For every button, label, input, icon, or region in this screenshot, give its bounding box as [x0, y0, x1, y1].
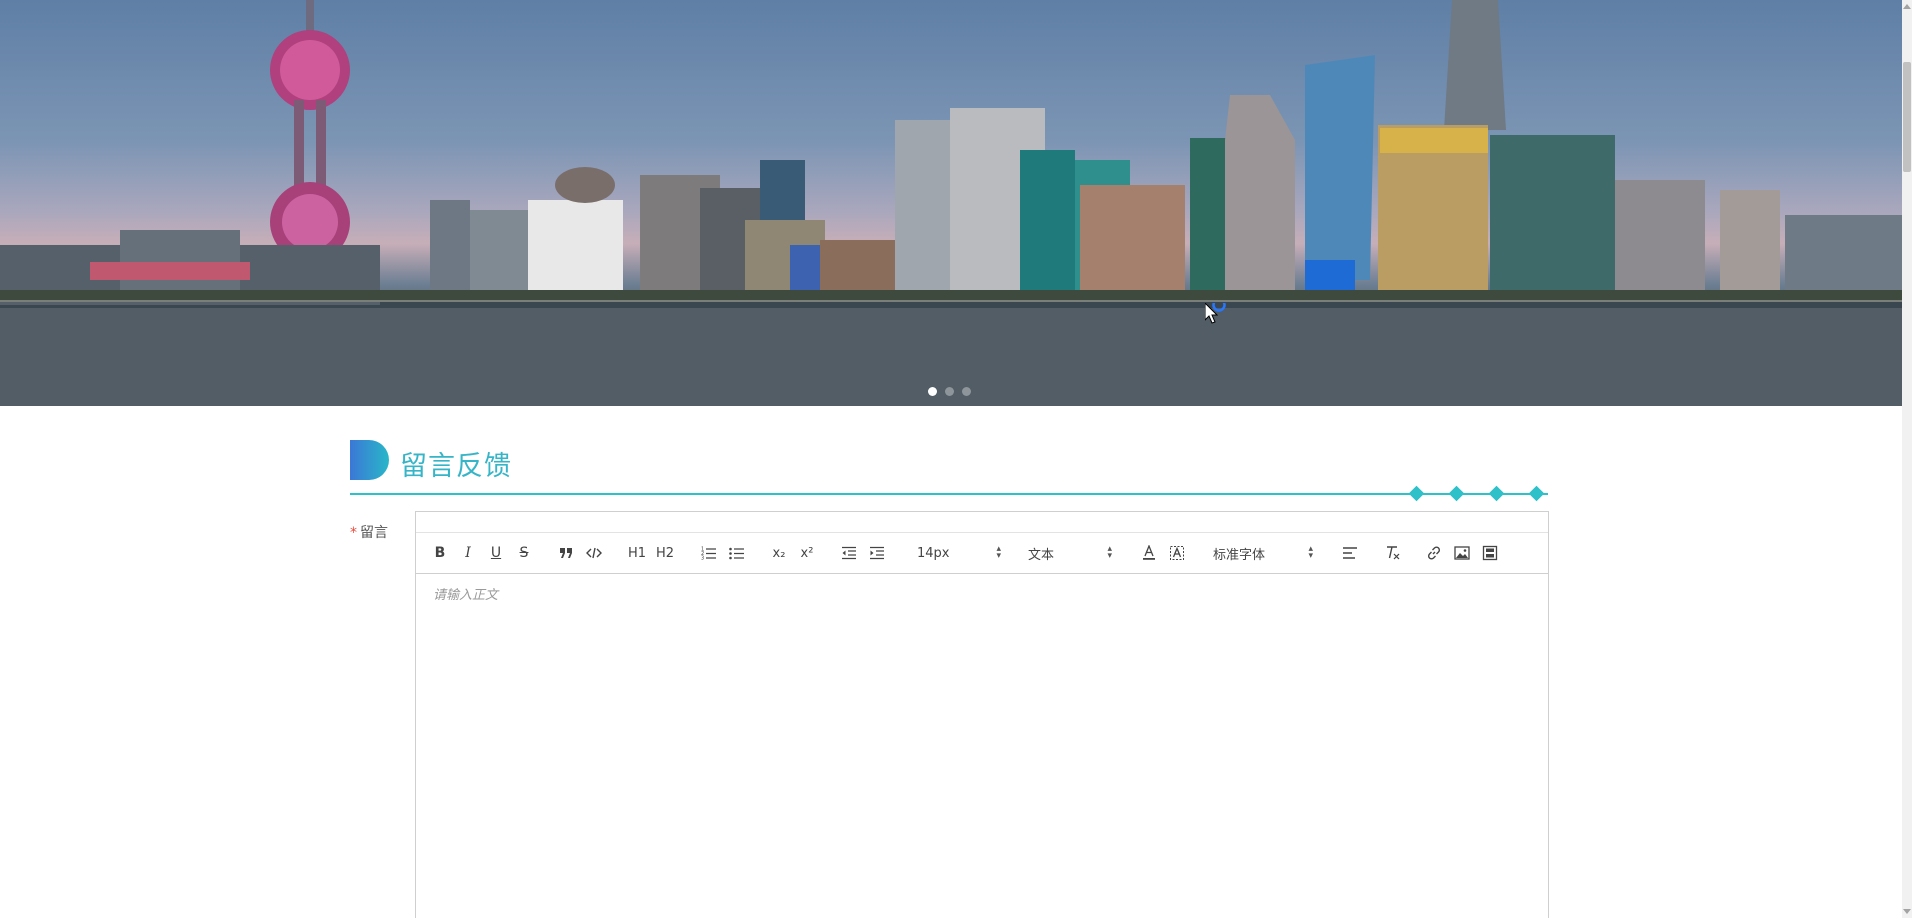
font-family-value: 标准字体	[1213, 547, 1266, 563]
svg-text:3: 3	[701, 556, 704, 561]
carousel-indicators	[928, 387, 971, 396]
clear-format-button[interactable]	[1383, 542, 1403, 564]
align-button[interactable]	[1340, 542, 1360, 564]
block-format-select[interactable]: 文本 ▴ ▾	[1028, 542, 1112, 564]
code-icon	[586, 547, 602, 559]
hero-banner[interactable]	[0, 0, 1902, 406]
background-color-button[interactable]	[1167, 542, 1187, 564]
section-header: 留言反馈	[350, 440, 1548, 502]
outdent-icon	[842, 546, 856, 560]
heading1-button[interactable]: H1	[626, 542, 648, 564]
strikethrough-button[interactable]: S	[515, 542, 533, 564]
indent-button[interactable]	[867, 542, 887, 564]
scroll-up-icon[interactable]	[1903, 4, 1911, 9]
diamond-icon	[1488, 485, 1505, 502]
background-color-icon	[1170, 546, 1184, 560]
subscript-button[interactable]: x₂	[768, 542, 790, 564]
mouse-cursor-icon	[1205, 303, 1226, 324]
link-icon	[1427, 546, 1441, 560]
message-label: * 留言	[350, 522, 388, 542]
italic-button[interactable]: I	[459, 542, 477, 564]
bullet-list-button[interactable]	[727, 542, 747, 564]
text-color-icon	[1143, 545, 1155, 560]
select-caret-icon: ▴ ▾	[996, 544, 1001, 561]
font-size-select[interactable]: 14px ▴ ▾	[917, 542, 1001, 564]
underline-button[interactable]: U	[487, 542, 505, 564]
image-button[interactable]	[1452, 542, 1472, 564]
select-caret-icon: ▴ ▾	[1107, 544, 1112, 561]
page-scrollbar[interactable]	[1902, 0, 1912, 918]
link-button[interactable]	[1424, 542, 1444, 564]
bold-button[interactable]: B	[431, 542, 449, 564]
clear-format-icon	[1387, 546, 1400, 560]
text-color-button[interactable]	[1139, 542, 1159, 564]
video-icon	[1482, 545, 1498, 561]
section-divider	[350, 493, 1548, 495]
section-logo-icon	[350, 440, 389, 480]
font-size-value: 14px	[917, 545, 950, 561]
indent-icon	[870, 546, 884, 560]
message-label-text: 留言	[360, 525, 388, 541]
carousel-dot[interactable]	[962, 387, 971, 396]
section-title: 留言反馈	[400, 451, 512, 482]
required-mark: *	[350, 525, 357, 541]
image-icon	[1454, 546, 1470, 560]
scroll-down-icon[interactable]	[1903, 909, 1911, 914]
editor-toolbar: B I U S H1 H2 1 2 3 x₂ x² 14px ▴ ▾ 文本 ▴ …	[416, 533, 1548, 574]
carousel-dot[interactable]	[928, 387, 937, 396]
quote-icon	[560, 548, 572, 558]
ordered-list-button[interactable]: 1 2 3	[699, 542, 719, 564]
heading2-button[interactable]: H2	[654, 542, 676, 564]
ordered-list-icon: 1 2 3	[701, 547, 716, 561]
select-caret-icon: ▴ ▾	[1308, 544, 1313, 561]
page: 留言反馈 * 留言 B I U S H1 H2 1 2 3 x₂ x² 14px…	[0, 0, 1912, 918]
carousel-dot[interactable]	[945, 387, 954, 396]
code-button[interactable]	[584, 542, 604, 564]
scroll-thumb[interactable]	[1903, 62, 1911, 172]
bullet-list-icon	[729, 547, 744, 560]
diamond-icon	[1408, 485, 1425, 502]
superscript-button[interactable]: x²	[796, 542, 818, 564]
diamond-icon	[1528, 485, 1545, 502]
align-left-icon	[1343, 547, 1357, 559]
blockquote-button[interactable]	[556, 542, 576, 564]
editor-top-strip	[416, 512, 1548, 533]
outdent-button[interactable]	[839, 542, 859, 564]
block-format-value: 文本	[1028, 547, 1055, 563]
video-button[interactable]	[1480, 542, 1500, 564]
editor-placeholder[interactable]: 请输入正文	[433, 584, 498, 603]
city-skyline-image	[0, 0, 1902, 406]
font-family-select[interactable]: 标准字体 ▴ ▾	[1213, 542, 1313, 564]
diamond-icon	[1448, 485, 1465, 502]
rich-text-editor: B I U S H1 H2 1 2 3 x₂ x² 14px ▴ ▾ 文本 ▴ …	[415, 511, 1549, 918]
